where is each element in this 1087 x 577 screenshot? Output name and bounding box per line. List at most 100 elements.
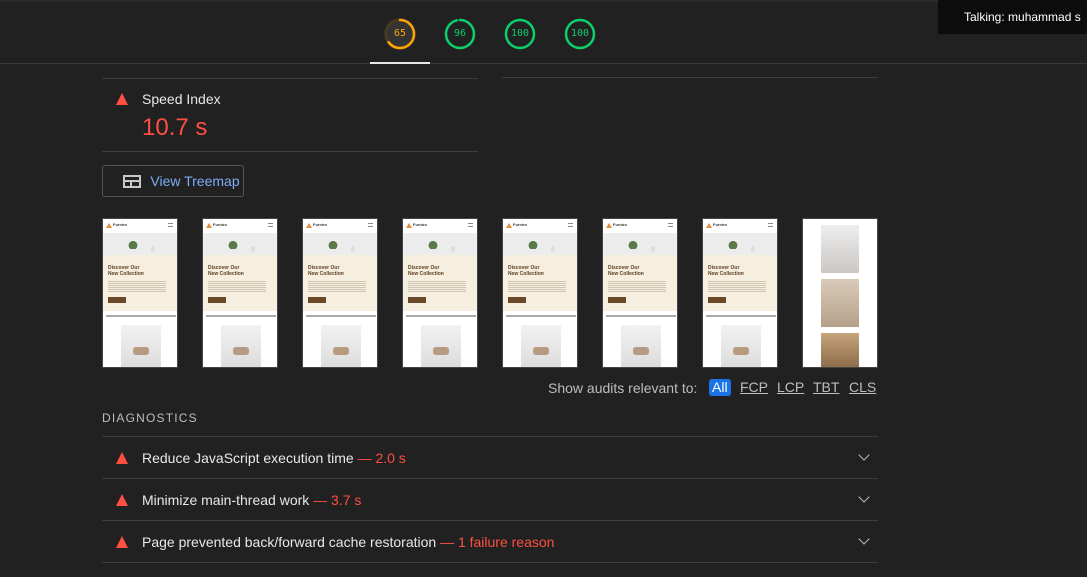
thumb-product-image xyxy=(621,325,661,367)
thumb-text-line xyxy=(206,315,276,317)
thumb-brand: Furniro xyxy=(613,222,627,227)
seo-gauge[interactable]: 100 xyxy=(564,18,596,50)
filter-chip-lcp[interactable]: LCP xyxy=(777,379,804,395)
brand-logo-icon xyxy=(506,223,512,228)
thumb-product-image xyxy=(221,325,261,367)
score-header: 65 96 100 100 xyxy=(0,0,1087,64)
thumb-hero-line2: New Collection xyxy=(108,271,144,277)
thumb-hero-line2: New Collection xyxy=(308,271,344,277)
fail-triangle-icon xyxy=(116,93,128,105)
chevron-down-icon[interactable] xyxy=(858,449,870,461)
thumb-text-line xyxy=(606,315,676,317)
filmstrip-frame: Furniro Discover Our New Collection xyxy=(402,218,478,368)
chevron-down-icon[interactable] xyxy=(858,491,870,503)
thumb-text xyxy=(108,280,166,292)
fail-triangle-icon xyxy=(116,536,128,548)
thumb-hero-heading: Discover Our New Collection xyxy=(708,265,744,277)
thumb-product-image xyxy=(821,279,859,327)
audit-title: Reduce JavaScript execution time — 2.0 s xyxy=(142,450,406,466)
audit-title: Minimize main-thread work — 3.7 s xyxy=(142,492,361,508)
gauge-score: 96 xyxy=(453,28,467,39)
filter-chip-all[interactable]: All xyxy=(709,379,731,396)
filmstrip-frame: Furniro Discover Our New Collection xyxy=(502,218,578,368)
vase-icon xyxy=(651,246,655,252)
thumb-text xyxy=(508,280,566,292)
plant-icon xyxy=(127,237,139,249)
thumb-hero-heading: Discover Our New Collection xyxy=(508,265,544,277)
metric-value: 10.7 s xyxy=(142,114,208,141)
gauge-score: 100 xyxy=(570,28,590,39)
brand-logo-icon xyxy=(606,223,612,228)
thumb-hero-heading: Discover Our New Collection xyxy=(308,265,344,277)
vase-icon xyxy=(751,246,755,252)
treemap-icon xyxy=(123,175,141,188)
best-practices-gauge[interactable]: 100 xyxy=(504,18,536,50)
plant-icon xyxy=(727,237,739,249)
accessibility-gauge[interactable]: 96 xyxy=(444,18,476,50)
audit-title-text: Reduce JavaScript execution time xyxy=(142,450,354,466)
audit-title-text: Page prevented back/forward cache restor… xyxy=(142,534,437,550)
vase-icon xyxy=(251,246,255,252)
thumb-button xyxy=(208,297,226,303)
filmstrip-frame: Furniro Discover Our New Collection xyxy=(202,218,278,368)
view-treemap-label: View Treemap xyxy=(150,173,240,189)
thumb-text xyxy=(408,280,466,292)
filter-chip-tbt[interactable]: TBT xyxy=(813,379,839,395)
vase-icon xyxy=(451,246,455,252)
gauge-score: 65 xyxy=(393,28,407,39)
thumb-product-image xyxy=(321,325,361,367)
performance-gauge[interactable]: 65 xyxy=(384,18,416,50)
plant-icon xyxy=(227,237,239,249)
audit-title-text: Minimize main-thread work xyxy=(142,492,310,508)
thumb-hero-line2: New Collection xyxy=(508,271,544,277)
chevron-down-icon[interactable] xyxy=(858,533,870,545)
thumb-brand: Furniro xyxy=(513,222,527,227)
plant-icon xyxy=(427,237,439,249)
thumb-text-line xyxy=(106,315,176,317)
thumb-brand: Furniro xyxy=(313,222,327,227)
audit-display-value: — 3.7 s xyxy=(313,492,362,508)
audit-filter-label: Show audits relevant to: xyxy=(548,380,698,396)
thumb-hero-image xyxy=(203,233,277,255)
vase-icon xyxy=(551,246,555,252)
audit-item[interactable]: Page prevented back/forward cache restor… xyxy=(102,520,878,562)
menu-icon xyxy=(668,223,673,227)
divider xyxy=(102,78,478,79)
filter-chip-fcp[interactable]: FCP xyxy=(740,379,768,395)
thumb-hero-line2: New Collection xyxy=(408,271,444,277)
thumb-product-image xyxy=(821,225,859,273)
gauge-score: 100 xyxy=(510,28,530,39)
audit-title: Page prevented back/forward cache restor… xyxy=(142,534,554,550)
thumb-hero-image xyxy=(603,233,677,255)
diagnostics-heading: DIAGNOSTICS xyxy=(102,411,198,425)
brand-logo-icon xyxy=(306,223,312,228)
thumb-hero-image xyxy=(703,233,777,255)
filter-chip-cls[interactable]: CLS xyxy=(849,379,876,395)
thumb-brand: Furniro xyxy=(113,222,127,227)
header-border xyxy=(0,0,1087,2)
thumb-button xyxy=(108,297,126,303)
brand-logo-icon xyxy=(706,223,712,228)
active-tab-indicator xyxy=(370,62,430,64)
thumb-product-image xyxy=(721,325,761,367)
thumb-hero-heading: Discover Our New Collection xyxy=(208,265,244,277)
plant-icon xyxy=(627,237,639,249)
menu-icon xyxy=(468,223,473,227)
menu-icon xyxy=(568,223,573,227)
thumb-text-line xyxy=(706,315,776,317)
audit-item[interactable]: Reduce JavaScript execution time — 2.0 s xyxy=(102,436,878,478)
metric-title: Speed Index xyxy=(142,91,221,107)
thumb-brand: Furniro xyxy=(713,222,727,227)
thumb-product-image xyxy=(121,325,161,367)
menu-icon xyxy=(168,223,173,227)
divider xyxy=(502,77,878,78)
audit-display-value: — 1 failure reason xyxy=(440,534,555,550)
view-treemap-button[interactable]: View Treemap xyxy=(102,165,244,197)
audit-item[interactable]: Minimize main-thread work — 3.7 s xyxy=(102,478,878,520)
filmstrip-frame: Furniro Discover Our New Collection xyxy=(702,218,778,368)
thumb-text-line xyxy=(506,315,576,317)
filmstrip-frame xyxy=(802,218,878,368)
thumb-text xyxy=(608,280,666,292)
brand-logo-icon xyxy=(106,223,112,228)
filmstrip-frame: Furniro Discover Our New Collection xyxy=(102,218,178,368)
